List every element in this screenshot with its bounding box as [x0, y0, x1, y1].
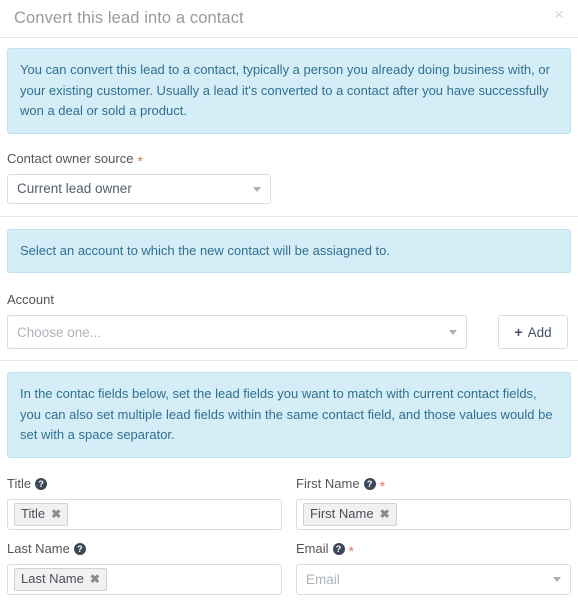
account-group: Account Choose one... + Add [7, 292, 571, 349]
field-first-name-input[interactable]: First Name ✖ [296, 498, 571, 530]
section-field-mapping: In the contac fields below, set the lead… [0, 361, 578, 595]
required-indicator: * [137, 152, 143, 169]
field-email: Email ? * Email [289, 541, 571, 595]
token-label: Last Name [21, 570, 84, 586]
field-row-2: Last Name ? Last Name ✖ Email ? * Email [7, 541, 571, 595]
account-row: Choose one... + Add [7, 315, 571, 349]
field-title-input[interactable]: Title ✖ [7, 498, 282, 530]
field-email-select[interactable]: Email [296, 563, 571, 595]
help-icon[interactable]: ? [332, 542, 345, 555]
field-email-placeholder: Email [306, 571, 340, 587]
field-first-name-label-text: First Name [296, 475, 360, 491]
close-icon[interactable]: × [550, 4, 568, 25]
account-select[interactable]: Choose one... [7, 315, 467, 349]
help-icon[interactable]: ? [35, 477, 48, 490]
required-indicator: * [379, 477, 386, 494]
contact-owner-source-label: Contact owner source * [7, 150, 571, 169]
field-first-name-label: First Name ? * [296, 475, 571, 494]
field-row-1: Title ? Title ✖ First Name ? * First Nam… [7, 476, 571, 530]
contact-owner-source-value: Current lead owner [17, 181, 132, 196]
convert-lead-modal: Convert this lead into a contact × You c… [0, 0, 578, 613]
field-title-label-text: Title [7, 475, 32, 491]
field-last-name-label: Last Name ? [7, 541, 282, 557]
token[interactable]: Title ✖ [14, 502, 69, 526]
add-account-button[interactable]: + Add [498, 315, 568, 349]
token-label: First Name [310, 505, 374, 521]
account-placeholder: Choose one... [17, 324, 102, 340]
field-email-label-text: Email [296, 540, 329, 556]
field-title-label: Title ? [7, 476, 282, 492]
token[interactable]: First Name ✖ [303, 502, 397, 526]
token[interactable]: Last Name ✖ [14, 567, 107, 591]
contact-owner-source-select[interactable]: Current lead owner [7, 173, 271, 204]
contact-owner-source-group: Contact owner source * Current lead owne… [7, 151, 571, 204]
field-title: Title ? Title ✖ [7, 476, 289, 530]
field-first-name: First Name ? * First Name ✖ [289, 476, 571, 530]
section-account: Select an account to which the new conta… [0, 217, 578, 361]
remove-token-icon[interactable]: ✖ [380, 508, 390, 520]
remove-token-icon[interactable]: ✖ [90, 573, 100, 585]
page-title: Convert this lead into a contact [14, 9, 244, 27]
remove-token-icon[interactable]: ✖ [51, 508, 61, 520]
chevron-down-icon [449, 330, 457, 335]
field-email-label: Email ? * [296, 540, 571, 559]
account-alert: Select an account to which the new conta… [7, 228, 571, 273]
help-icon[interactable]: ? [73, 542, 86, 555]
add-account-button-label: Add [527, 324, 552, 340]
intro-alert: You can convert this lead to a contact, … [7, 48, 571, 134]
chevron-down-icon [553, 577, 561, 582]
account-label-text: Account [7, 292, 54, 307]
chevron-down-icon [253, 186, 261, 192]
mapping-alert: In the contac fields below, set the lead… [7, 372, 571, 458]
field-last-name: Last Name ? Last Name ✖ [7, 541, 289, 595]
field-last-name-input[interactable]: Last Name ✖ [7, 563, 282, 595]
account-label: Account [7, 292, 571, 308]
token-label: Title [21, 505, 46, 521]
plus-icon: + [514, 324, 523, 340]
help-icon[interactable]: ? [363, 477, 376, 490]
field-last-name-label-text: Last Name [7, 540, 70, 556]
modal-header: Convert this lead into a contact × [0, 0, 578, 38]
contact-owner-source-label-text: Contact owner source [7, 150, 134, 166]
required-indicator: * [348, 542, 354, 559]
section-contact-owner: You can convert this lead to a contact, … [0, 38, 578, 217]
